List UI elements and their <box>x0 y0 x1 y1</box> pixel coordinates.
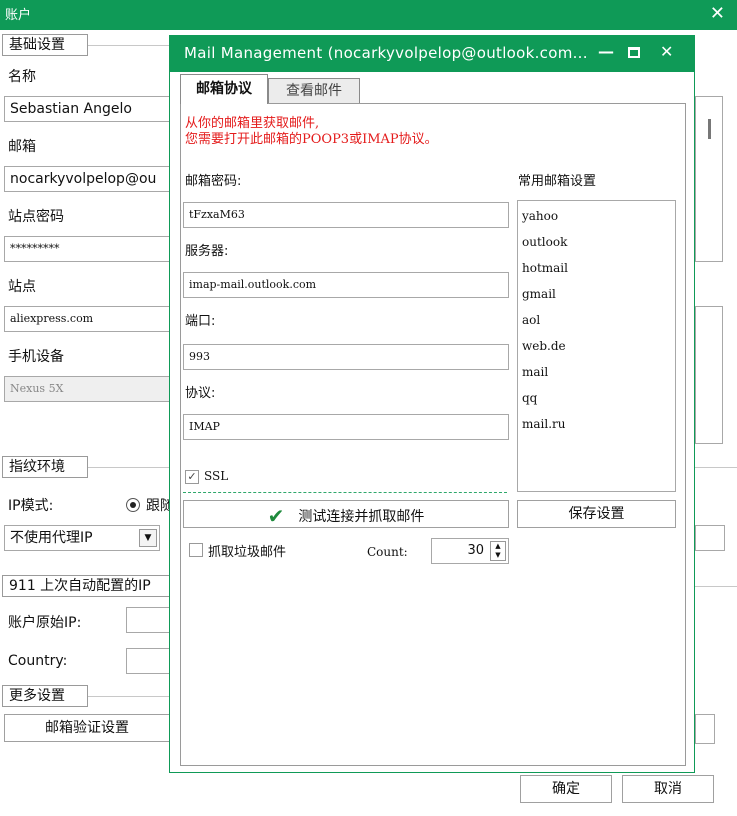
port-field[interactable]: 993 <box>183 344 509 370</box>
site-field[interactable]: aliexpress.com <box>4 306 170 332</box>
scrollbar-thumb[interactable] <box>708 119 711 139</box>
ip-mode-radio[interactable] <box>126 498 140 512</box>
server-label: 服务器: <box>185 244 229 259</box>
save-settings-button[interactable]: 保存设置 <box>517 500 676 528</box>
list-item[interactable]: mail <box>522 365 548 379</box>
port-label: 端口: <box>185 314 216 329</box>
site-password-field[interactable]: ********* <box>4 236 170 262</box>
list-item[interactable]: yahoo <box>522 209 558 223</box>
email-label: 邮箱 <box>8 139 36 155</box>
list-item[interactable]: gmail <box>522 287 556 301</box>
group-divider <box>88 45 170 46</box>
junk-mail-checkbox[interactable] <box>189 543 203 557</box>
original-ip-label: 账户原始IP: <box>8 615 82 631</box>
mail-management-dialog: Mail Management (nocarkyvolpelop@outlook… <box>169 35 695 773</box>
dialog-close-icon[interactable]: ✕ <box>660 42 673 61</box>
hint-line-1: 从你的邮箱里获取邮件, <box>185 116 320 131</box>
ip-mode-label: IP模式: <box>8 498 54 514</box>
chevron-down-icon[interactable]: ▼ <box>491 551 505 560</box>
group-divider <box>695 467 737 468</box>
hint-line-2: 您需要打开此邮箱的POOP3或IMAP协议。 <box>185 132 438 147</box>
ssl-label: SSL <box>204 469 229 483</box>
list-item[interactable]: mail.ru <box>522 417 566 431</box>
device-label: 手机设备 <box>8 349 64 365</box>
fingerprint-group-header: 指纹环境 <box>2 456 88 478</box>
proxy-select[interactable]: 不使用代理IP ▼ <box>4 525 160 551</box>
common-provider-list: yahoo outlook hotmail gmail aol web.de m… <box>517 200 676 492</box>
ssl-checkbox[interactable]: ✓ <box>185 470 199 484</box>
count-stepper[interactable]: 30 ▲ ▼ <box>431 538 509 564</box>
maximize-icon[interactable] <box>628 43 640 62</box>
site-password-label: 站点密码 <box>8 209 64 225</box>
test-connection-button[interactable]: ✔ 测试连接并抓取邮件 <box>183 500 509 528</box>
count-label: Count: <box>367 545 408 559</box>
tab-mail-protocol[interactable]: 邮箱协议 <box>180 74 268 104</box>
protocol-field[interactable]: IMAP <box>183 414 509 440</box>
right-edge-box <box>695 714 715 744</box>
name-label: 名称 <box>8 69 36 85</box>
checkmark-icon: ✔ <box>267 504 285 528</box>
common-settings-label: 常用邮箱设置 <box>518 174 597 189</box>
dialog-titlebar: Mail Management (nocarkyvolpelop@outlook… <box>170 36 694 72</box>
main-titlebar: 账户 ✕ <box>0 0 737 30</box>
dashed-separator <box>183 492 507 493</box>
list-item[interactable]: aol <box>522 313 540 327</box>
tab-view-mail[interactable]: 查看邮件 <box>268 78 360 104</box>
stepper-buttons[interactable]: ▲ ▼ <box>490 541 506 561</box>
background-panel <box>695 96 723 262</box>
original-ip-field[interactable] <box>126 607 170 633</box>
main-window-title: 账户 <box>5 8 32 23</box>
background-panel <box>695 306 723 444</box>
group-divider <box>695 586 737 587</box>
ip-mode-option-label: 跟随 <box>146 498 169 514</box>
group-divider <box>88 696 170 697</box>
name-field[interactable]: Sebastian Angelo <box>4 96 170 122</box>
country-label: Country: <box>8 653 68 669</box>
ok-button[interactable]: 确定 <box>520 775 612 803</box>
basic-settings-group-header: 基础设置 <box>2 34 88 56</box>
device-field[interactable]: Nexus 5X <box>4 376 170 402</box>
more-settings-group-header: 更多设置 <box>2 685 88 707</box>
proxy-select-value: 不使用代理IP <box>10 530 93 546</box>
protocol-label: 协议: <box>185 386 216 401</box>
list-item[interactable]: hotmail <box>522 261 568 275</box>
right-edge-field[interactable] <box>695 525 725 551</box>
test-connection-label: 测试连接并抓取邮件 <box>298 509 425 525</box>
protocol-panel: 从你的邮箱里获取邮件, 您需要打开此邮箱的POOP3或IMAP协议。 邮箱密码:… <box>180 103 686 766</box>
chevron-up-icon[interactable]: ▲ <box>491 542 505 551</box>
list-item[interactable]: qq <box>522 391 537 405</box>
list-item[interactable]: web.de <box>522 339 566 353</box>
auto-config-group-header: 911 上次自动配置的IP <box>2 575 170 597</box>
main-close-icon[interactable]: ✕ <box>710 3 725 24</box>
group-divider <box>88 467 170 468</box>
email-verify-button[interactable]: 邮箱验证设置 <box>4 714 170 742</box>
list-item[interactable]: outlook <box>522 235 567 249</box>
junk-mail-label: 抓取垃圾邮件 <box>208 545 287 560</box>
mail-password-field[interactable]: tFzxaM63 <box>183 202 509 228</box>
site-label: 站点 <box>8 279 36 295</box>
country-field[interactable] <box>126 648 170 674</box>
count-value: 30 <box>467 543 484 558</box>
email-field[interactable]: nocarkyvolpelop@ou <box>4 166 170 192</box>
server-field[interactable]: imap-mail.outlook.com <box>183 272 509 298</box>
cancel-button[interactable]: 取消 <box>622 775 714 803</box>
minimize-icon[interactable]: — <box>598 42 614 61</box>
chevron-down-icon[interactable]: ▼ <box>139 529 157 547</box>
dialog-title: Mail Management (nocarkyvolpelop@outlook… <box>184 44 588 62</box>
mail-password-label: 邮箱密码: <box>185 174 242 189</box>
